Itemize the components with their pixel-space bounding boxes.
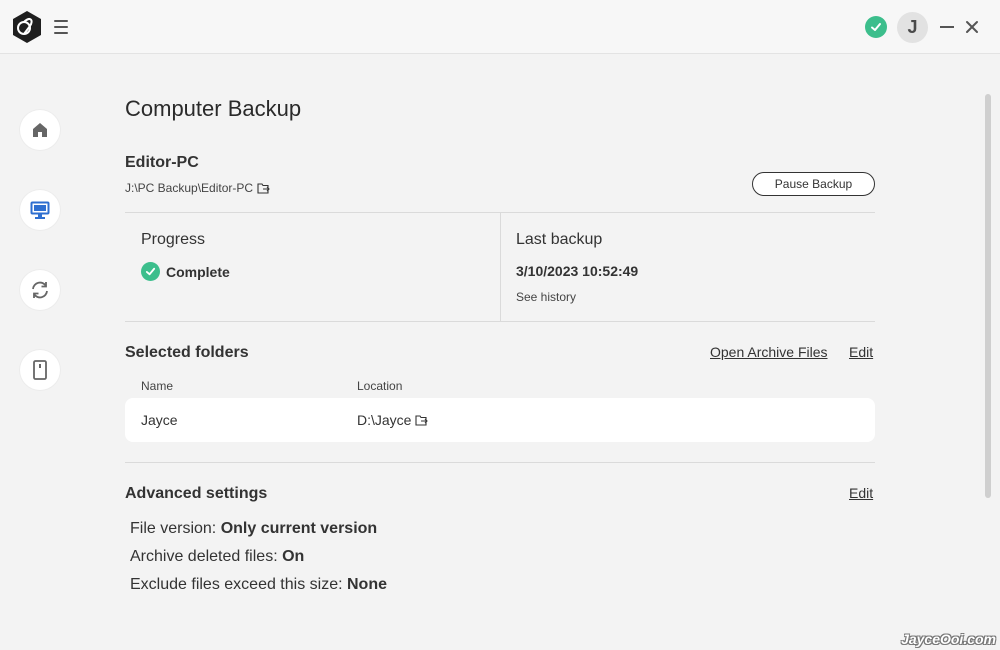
sync-icon <box>32 281 48 299</box>
menu-icon[interactable] <box>52 18 70 36</box>
last-backup-label: Last backup <box>516 231 603 248</box>
device-icon <box>33 360 47 380</box>
table-row[interactable]: Jayce D:\Jayce <box>125 398 875 442</box>
computer-icon <box>30 201 50 219</box>
setting-value: Only current version <box>220 520 378 537</box>
sidebar-item-device[interactable] <box>20 350 60 390</box>
watermark: JayceOoi.com <box>901 631 996 647</box>
setting-label: Archive deleted files: <box>130 548 283 565</box>
progress-status: Complete <box>141 262 230 281</box>
open-folder-icon[interactable] <box>415 414 429 426</box>
selected-folders-edit-link[interactable]: Edit <box>849 344 873 360</box>
setting-label: Exclude files exceed this size: <box>130 576 347 593</box>
close-icon[interactable] <box>963 18 981 36</box>
setting-value: On <box>282 548 305 565</box>
status-divider <box>500 213 501 321</box>
last-backup-time: 3/10/2023 10:52:49 <box>516 263 639 279</box>
backup-status-panel: Progress Complete Last backup 3/10/2023 … <box>125 212 875 322</box>
setting-file-version: File version: Only current version <box>130 520 377 538</box>
see-history-link[interactable]: See history <box>516 290 576 304</box>
sidebar-item-home[interactable] <box>20 110 60 150</box>
open-archive-files-link[interactable]: Open Archive Files <box>710 344 828 360</box>
scrollbar[interactable] <box>985 94 991 498</box>
device-path-text: J:\PC Backup\Editor-PC <box>125 181 254 195</box>
minimize-icon[interactable] <box>938 18 956 36</box>
folder-location-text: D:\Jayce <box>357 412 412 428</box>
sidebar-item-computer-backup[interactable] <box>20 190 60 230</box>
pause-backup-button[interactable]: Pause Backup <box>752 172 875 196</box>
setting-label: File version: <box>130 520 221 537</box>
folder-location[interactable]: D:\Jayce <box>357 412 429 428</box>
title-bar: J <box>0 0 1000 54</box>
progress-value: Complete <box>166 263 230 280</box>
main-content: Computer Backup Editor-PC J:\PC Backup\E… <box>125 54 875 650</box>
app-logo-icon <box>10 10 44 44</box>
device-path[interactable]: J:\PC Backup\Editor-PC <box>125 181 270 195</box>
open-folder-icon[interactable] <box>257 182 270 194</box>
setting-value: None <box>347 576 387 593</box>
home-icon <box>33 123 47 137</box>
advanced-settings-edit-link[interactable]: Edit <box>849 485 873 501</box>
setting-exclude-size: Exclude files exceed this size: None <box>130 576 387 594</box>
column-header-name: Name <box>141 379 174 393</box>
backup-status-ok-icon[interactable] <box>865 16 887 38</box>
sidebar-item-sync[interactable] <box>20 270 60 310</box>
section-divider <box>125 462 875 463</box>
selected-folders-title: Selected folders <box>125 344 249 361</box>
column-header-location: Location <box>357 379 403 393</box>
folder-name: Jayce <box>141 412 178 428</box>
device-name: Editor-PC <box>125 154 199 171</box>
progress-label: Progress <box>141 231 206 248</box>
check-icon <box>141 262 160 281</box>
page-title: Computer Backup <box>125 96 302 121</box>
setting-archive-deleted: Archive deleted files: On <box>130 548 304 566</box>
advanced-settings-title: Advanced settings <box>125 485 268 502</box>
user-avatar[interactable]: J <box>897 12 928 43</box>
